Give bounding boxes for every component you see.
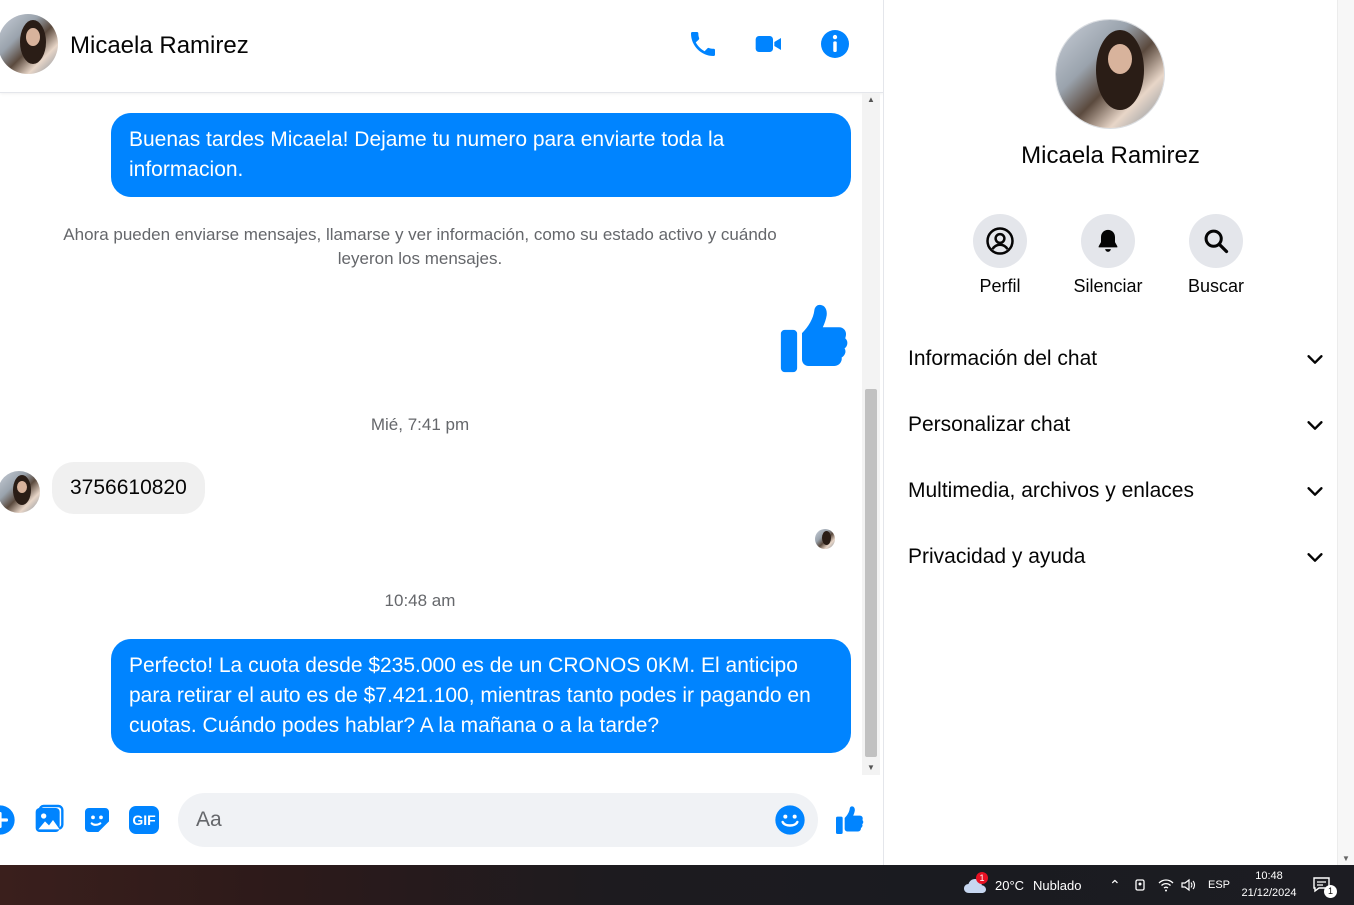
chevron-down-icon xyxy=(1307,421,1323,430)
chat-header: Micaela Ramirez xyxy=(0,0,883,93)
weather-widget[interactable]: 1 20°C Nublado xyxy=(962,865,1081,905)
gif-icon[interactable]: GIF xyxy=(129,806,159,834)
notification-count: 1 xyxy=(1324,885,1337,898)
sender-avatar[interactable] xyxy=(0,471,40,513)
outgoing-message[interactable]: Buenas tardes Micaela! Dejame tu numero … xyxy=(111,113,851,197)
timestamp: Mié, 7:41 pm xyxy=(370,415,470,434)
scroll-thumb[interactable] xyxy=(865,389,877,757)
mute-label: Silenciar xyxy=(1073,276,1143,296)
volume-icon[interactable] xyxy=(1180,865,1196,905)
profile-name: Micaela Ramirez xyxy=(1021,142,1200,169)
section-media-files-links[interactable]: Multimedia, archivos y enlaces xyxy=(908,468,1326,514)
like-sticker-icon xyxy=(780,304,848,373)
contact-avatar[interactable] xyxy=(0,14,58,74)
contact-name[interactable]: Micaela Ramirez xyxy=(70,32,249,60)
system-notice: Ahora pueden enviarse mensajes, llamarse… xyxy=(63,225,777,268)
section-label: Multimedia, archivos y enlaces xyxy=(908,479,1194,502)
search-button[interactable]: Buscar xyxy=(1161,214,1271,297)
message-scrollbar[interactable]: ▲ ▼ xyxy=(862,93,880,775)
profile-label: Perfil xyxy=(979,276,1021,296)
message-input[interactable] xyxy=(178,793,818,847)
section-label: Información del chat xyxy=(908,347,1098,370)
emoji-icon[interactable] xyxy=(774,804,806,836)
clock-time: 10:48 xyxy=(1255,870,1283,882)
chevron-down-icon xyxy=(1307,487,1323,496)
section-privacy-help[interactable]: Privacidad y ayuda xyxy=(908,534,1326,580)
meet-now-icon[interactable] xyxy=(1134,865,1148,905)
scroll-up-arrow-icon[interactable]: ▲ xyxy=(862,93,880,107)
search-icon xyxy=(1204,229,1229,254)
info-icon[interactable] xyxy=(819,28,851,60)
incoming-message[interactable]: 3756610820 xyxy=(52,462,205,514)
wifi-icon[interactable] xyxy=(1158,865,1174,905)
sticker-icon[interactable] xyxy=(81,804,113,836)
section-label: Privacidad y ayuda xyxy=(908,545,1086,568)
image-icon[interactable] xyxy=(33,804,65,836)
section-chat-info[interactable]: Información del chat xyxy=(908,336,1326,382)
weather-desc: Nublado xyxy=(1033,877,1082,893)
scroll-down-arrow-icon[interactable]: ▼ xyxy=(862,761,880,775)
mute-button[interactable]: Silenciar xyxy=(1053,214,1163,297)
bell-icon xyxy=(1098,229,1118,252)
page-scrollbar[interactable]: ▼ xyxy=(1337,0,1354,865)
outgoing-message[interactable]: Perfecto! La cuota desde $235.000 es de … xyxy=(111,639,851,753)
windows-taskbar: 1 20°C Nublado ⌃ ESP 10:48 21/12/2024 1 xyxy=(0,865,1354,905)
chevron-up-icon[interactable]: ⌃ xyxy=(1109,865,1121,905)
message-list[interactable]: Buenas tardes Micaela! Dejame tu numero … xyxy=(0,93,862,775)
phone-icon[interactable] xyxy=(687,28,719,60)
read-receipt-avatar xyxy=(815,529,835,549)
scroll-down-arrow-icon[interactable]: ▼ xyxy=(1342,854,1350,863)
chevron-down-icon xyxy=(1307,355,1323,364)
search-label: Buscar xyxy=(1187,276,1245,296)
video-camera-icon[interactable] xyxy=(753,28,785,60)
section-customize-chat[interactable]: Personalizar chat xyxy=(908,402,1326,448)
profile-button[interactable]: Perfil xyxy=(945,214,1055,297)
conversation-info-panel: Micaela Ramirez Perfil Silenciar Buscar … xyxy=(884,0,1337,865)
language-indicator[interactable]: ESP xyxy=(1208,865,1230,905)
message-composer: GIF xyxy=(0,776,883,865)
timestamp: 10:48 am xyxy=(384,591,456,610)
weather-badge: 1 xyxy=(976,872,988,884)
section-label: Personalizar chat xyxy=(908,413,1071,436)
chevron-down-icon xyxy=(1307,553,1323,562)
weather-temp: 20°C xyxy=(995,877,1025,893)
notification-center-icon[interactable]: 1 xyxy=(1312,865,1337,905)
chat-pane: Micaela Ramirez Buenas tardes Micaela! D… xyxy=(0,0,883,865)
profile-avatar[interactable] xyxy=(1056,20,1164,128)
like-icon[interactable] xyxy=(834,804,866,836)
clock-date: 21/12/2024 xyxy=(1241,887,1297,899)
clock[interactable]: 10:48 21/12/2024 xyxy=(1236,868,1302,902)
profile-icon xyxy=(986,227,1014,255)
plus-icon[interactable] xyxy=(0,804,16,836)
